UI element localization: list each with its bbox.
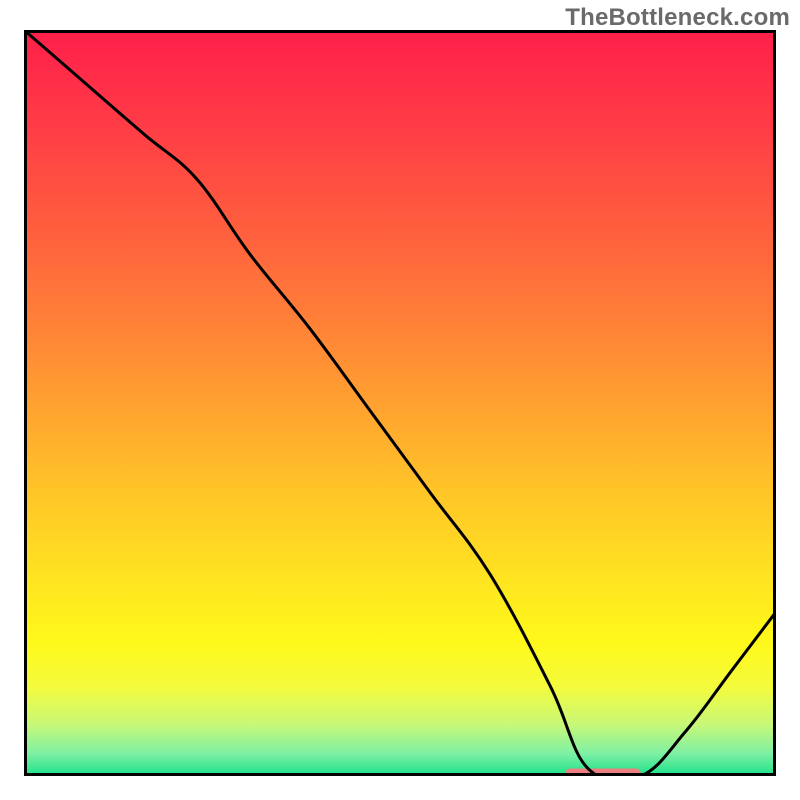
plot-area xyxy=(24,30,776,776)
plot-svg xyxy=(24,30,776,776)
gradient-background xyxy=(24,30,776,776)
chart-frame: TheBottleneck.com xyxy=(0,0,800,800)
watermark-text: TheBottleneck.com xyxy=(565,4,790,32)
minimum-marker xyxy=(565,769,640,776)
